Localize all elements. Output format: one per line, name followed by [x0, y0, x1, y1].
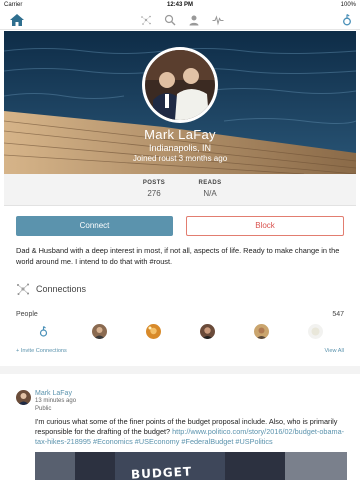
profile-location: Indianapolis, IN: [148, 143, 212, 153]
connection-avatar[interactable]: [92, 324, 107, 339]
posts-stat[interactable]: POSTS 276: [124, 180, 184, 198]
activity-icon[interactable]: [211, 13, 225, 27]
reads-label: READS: [198, 180, 222, 186]
home-icon[interactable]: [9, 13, 25, 27]
invite-connections-link[interactable]: + Invite Connections: [16, 348, 67, 354]
connection-avatar[interactable]: [36, 324, 51, 339]
search-icon[interactable]: [163, 13, 177, 27]
connection-avatar[interactable]: [146, 324, 161, 339]
connections-title: Connections: [36, 284, 87, 294]
people-count: 547: [332, 311, 344, 318]
status-bar: Carrier 12:43 PM 100%: [0, 0, 360, 10]
post-hashtags[interactable]: #Economics #USEconomy #FederalBudget #US…: [93, 437, 273, 446]
profile-avatar[interactable]: [142, 47, 218, 123]
reads-value: N/A: [203, 189, 217, 198]
top-navigation: [0, 10, 360, 30]
section-divider: [0, 366, 360, 374]
post-author-name[interactable]: Mark LaFay: [35, 390, 72, 397]
view-all-link[interactable]: View All: [325, 348, 345, 354]
post-timestamp: 13 minutes ago: [35, 398, 77, 404]
reads-stat[interactable]: READS N/A: [180, 180, 240, 198]
block-button[interactable]: Block: [186, 216, 344, 236]
battery-label: 100%: [340, 2, 356, 8]
connections-icon: [16, 282, 30, 301]
connect-button[interactable]: Connect: [16, 216, 173, 236]
profile-name: Mark LaFay: [144, 127, 216, 142]
profile-cover: Mark LaFay Indianapolis, IN Joined roust…: [4, 31, 356, 174]
nav-center-icons: [139, 13, 225, 27]
post-image-text: BUDGET: [130, 464, 193, 480]
profile-bio: Dad & Husband with a deep interest in mo…: [16, 246, 340, 266]
profile-stats: POSTS 276 READS N/A: [4, 174, 356, 206]
connection-avatar[interactable]: [308, 324, 323, 339]
connections-icon[interactable]: [139, 13, 153, 27]
connection-avatar[interactable]: [254, 324, 269, 339]
people-icon[interactable]: [187, 13, 201, 27]
post-image[interactable]: BUDGET: [35, 452, 347, 480]
post-author-avatar[interactable]: [16, 390, 31, 405]
profile-joined: Joined roust 3 months ago: [132, 154, 228, 163]
notification-icon[interactable]: [342, 13, 352, 27]
people-label: People: [16, 311, 38, 318]
posts-label: POSTS: [142, 180, 166, 186]
connection-avatar[interactable]: [200, 324, 215, 339]
posts-value: 276: [147, 189, 161, 198]
post-body: I'm curious what some of the finer point…: [35, 417, 347, 447]
connection-avatars: [36, 324, 326, 340]
post-visibility: Public: [35, 406, 52, 412]
clock: 12:43 PM: [166, 2, 193, 8]
